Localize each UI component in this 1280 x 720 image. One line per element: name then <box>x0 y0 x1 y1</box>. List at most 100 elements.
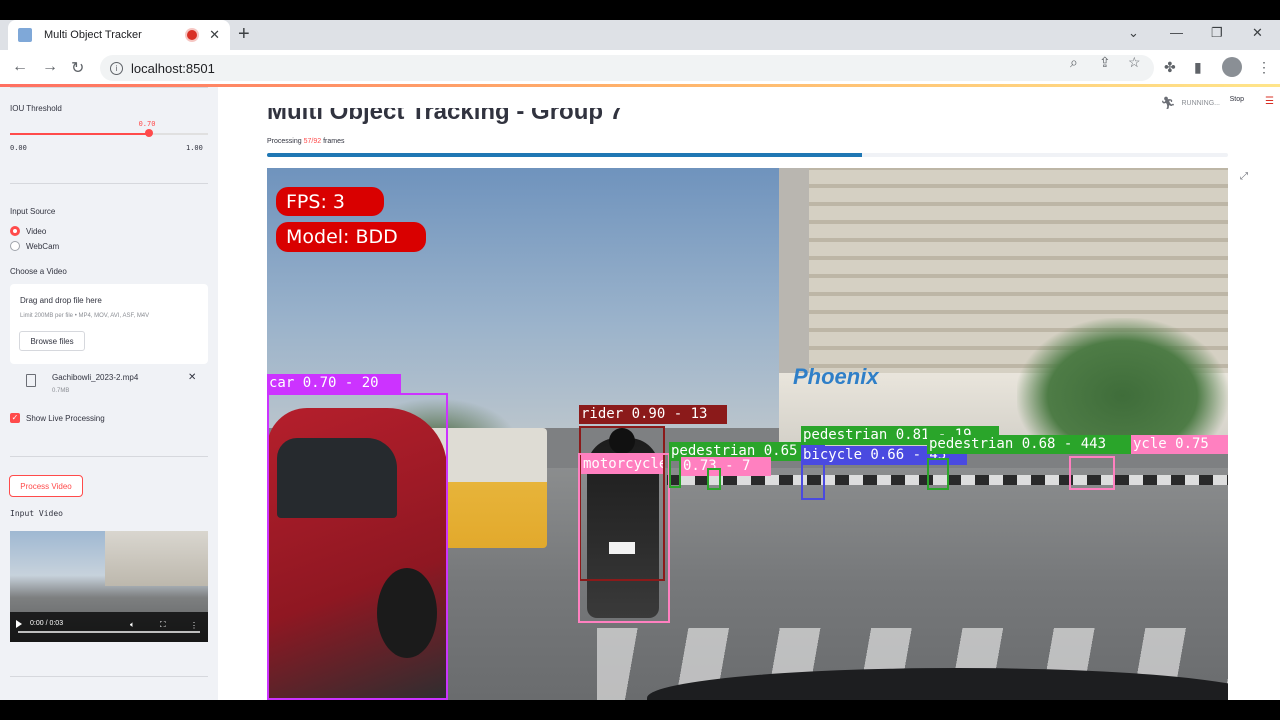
app-menu-icon[interactable]: ☰ <box>1265 96 1274 107</box>
fps-badge: FPS: 3 <box>276 187 384 216</box>
extensions-icon[interactable]: ✤ <box>1164 59 1176 76</box>
remove-file-icon[interactable]: ✕ <box>188 372 196 383</box>
radio-video-label: Video <box>26 226 47 236</box>
iou-slider-min: 0.00 <box>10 144 27 152</box>
processing-prefix: Processing <box>267 138 302 145</box>
browser-toolbar: ← → ↻ i localhost:8501 ⌕ ⇪ ☆ ✤ ▮ ⋮ <box>0 50 1280 86</box>
back-icon[interactable]: ← <box>12 58 28 76</box>
main-content: Multi Object Tracking - Group 7 🏃︎ RUNNI… <box>218 87 1280 700</box>
running-status-text: RUNNING... <box>1181 99 1221 107</box>
sidebar: IOU Threshold 0.70 0.00 1.00 Input Sourc… <box>0 87 218 700</box>
profile-avatar[interactable] <box>1222 57 1242 77</box>
sidebar-top-divider <box>10 87 208 88</box>
file-uploader-dropzone[interactable]: Drag and drop file here Limit 200MB per … <box>10 284 208 364</box>
url-text: localhost:8501 <box>131 60 215 76</box>
uploaded-file-name: Gachibowli_2023-2.mp4 <box>52 373 139 382</box>
sidebar-divider-2 <box>10 456 208 457</box>
detection-box-car <box>267 393 448 700</box>
detection-label-pedestrian-4: pedestrian 0.68 - 443 <box>927 435 1131 454</box>
detection-label-motorcycle: motorcycle <box>581 455 663 474</box>
file-icon <box>26 374 36 387</box>
volume-icon[interactable]: 🔈︎ <box>130 620 135 630</box>
menu-kebab-icon[interactable]: ⋮ <box>1257 59 1271 76</box>
detection-box-motorcycle-3 <box>1069 456 1115 490</box>
restore-icon[interactable]: ❐ <box>1211 25 1223 41</box>
input-video-label: Input Video <box>10 509 63 518</box>
site-info-icon[interactable]: i <box>110 61 123 75</box>
processing-status: Processing 57/92 frames <box>267 138 345 145</box>
video-seekbar[interactable] <box>18 631 200 633</box>
radio-webcam[interactable]: WebCam <box>10 241 59 251</box>
detection-label-rider: rider 0.90 - 13 <box>579 405 727 424</box>
total-frames: 92 <box>313 138 322 145</box>
detection-box-motorcycle <box>578 453 670 623</box>
show-live-processing-label: Show Live Processing <box>26 413 105 423</box>
iou-slider-max: 1.00 <box>186 144 203 152</box>
model-badge: Model: BDD <box>276 222 426 252</box>
input-source-label: Input Source <box>10 207 56 216</box>
choose-video-label: Choose a Video <box>10 267 67 276</box>
share-icon[interactable]: ⇪ <box>1099 54 1111 71</box>
detection-box-pedestrian-4 <box>927 458 949 490</box>
running-status: 🏃︎ RUNNING... <box>1160 96 1220 110</box>
detection-box-pedestrian-1 <box>669 458 681 488</box>
detection-label-motorcycle-2: 0.73 - 7 <box>681 457 771 476</box>
fullscreen-icon[interactable]: ⛶ <box>160 620 166 630</box>
minimize-icon[interactable]: — <box>1170 25 1183 40</box>
screen: Multi Object Tracker ✕ + ⌄ — ❐ ✕ ← → ↻ i… <box>0 0 1280 720</box>
browser-tab[interactable]: Multi Object Tracker ✕ <box>8 20 230 50</box>
more-options-icon[interactable]: ⋮ <box>190 621 198 630</box>
sidebar-divider <box>10 183 208 184</box>
checkbox-checked-icon[interactable]: ✓ <box>10 413 20 423</box>
page-favicon-icon <box>18 28 32 42</box>
tab-title: Multi Object Tracker <box>44 29 142 41</box>
dropzone-limits: Limit 200MB per file • MP4, MOV, AVI, AS… <box>20 313 150 319</box>
radio-video[interactable]: Video <box>10 226 46 236</box>
page-title: Multi Object Tracking - Group 7 <box>267 98 624 125</box>
processing-progress-bar <box>267 153 1228 157</box>
uploaded-file: Gachibowli_2023-2.mp4 0.7MB ✕ <box>26 372 206 398</box>
bookmark-star-icon[interactable]: ☆ <box>1128 54 1141 71</box>
radio-webcam-dot[interactable] <box>10 241 20 251</box>
video-time: 0:00 / 0:03 <box>30 620 64 627</box>
dropzone-heading: Drag and drop file here <box>20 296 102 305</box>
browse-files-button[interactable]: Browse files <box>19 331 85 351</box>
running-man-icon: 🏃︎ <box>1160 96 1176 110</box>
uploaded-file-size: 0.7MB <box>52 388 70 394</box>
radio-video-dot[interactable] <box>10 226 20 236</box>
input-video-player[interactable]: 0:00 / 0:03 🔈︎ ⛶ ⋮ <box>10 531 208 642</box>
building-logo-text: Phoenix <box>793 364 879 389</box>
frame-trees <box>1017 318 1228 448</box>
iou-threshold-label: IOU Threshold <box>10 104 62 113</box>
forward-icon[interactable]: → <box>42 58 58 76</box>
side-panel-icon[interactable]: ▮ <box>1194 59 1202 76</box>
play-icon[interactable] <box>16 620 22 628</box>
radio-webcam-label: WebCam <box>26 241 60 251</box>
video-controls <box>10 612 208 642</box>
letterbox-top <box>0 0 1280 20</box>
zoom-icon[interactable]: ⌕ <box>1070 54 1078 71</box>
show-live-processing-checkbox[interactable]: ✓ Show Live Processing <box>10 413 105 423</box>
close-tab-icon[interactable]: ✕ <box>209 27 220 43</box>
iou-slider-fill <box>10 133 149 135</box>
processed-video-frame: Phoenix FPS: 3 Model: BDD car 0.70 - 20 <box>267 168 1228 700</box>
reload-icon[interactable]: ↻ <box>71 58 84 78</box>
new-tab-icon[interactable]: + <box>238 23 250 46</box>
expand-image-icon[interactable]: ⤢ <box>1240 171 1248 182</box>
sidebar-divider-3 <box>10 676 208 677</box>
process-video-button[interactable]: Process Video <box>9 475 83 497</box>
detection-label-motorcycle-3: ycle 0.75 <box>1131 435 1228 454</box>
iou-slider[interactable] <box>10 129 208 137</box>
video-thumbnail-building <box>105 531 208 586</box>
tab-strip: Multi Object Tracker ✕ + ⌄ — ❐ ✕ <box>0 20 1280 50</box>
letterbox-bottom <box>0 700 1280 720</box>
close-window-icon[interactable]: ✕ <box>1252 25 1263 41</box>
detection-box-pedestrian-2 <box>707 468 721 490</box>
detection-label-car: car 0.70 - 20 <box>267 374 401 393</box>
tab-search-icon[interactable]: ⌄ <box>1128 25 1139 41</box>
processing-progress-fill <box>267 153 863 157</box>
iou-slider-thumb[interactable] <box>144 129 153 137</box>
processing-suffix: frames <box>323 138 345 145</box>
address-bar[interactable]: i localhost:8501 <box>100 55 1154 81</box>
stop-button[interactable]: Stop <box>1230 96 1244 103</box>
